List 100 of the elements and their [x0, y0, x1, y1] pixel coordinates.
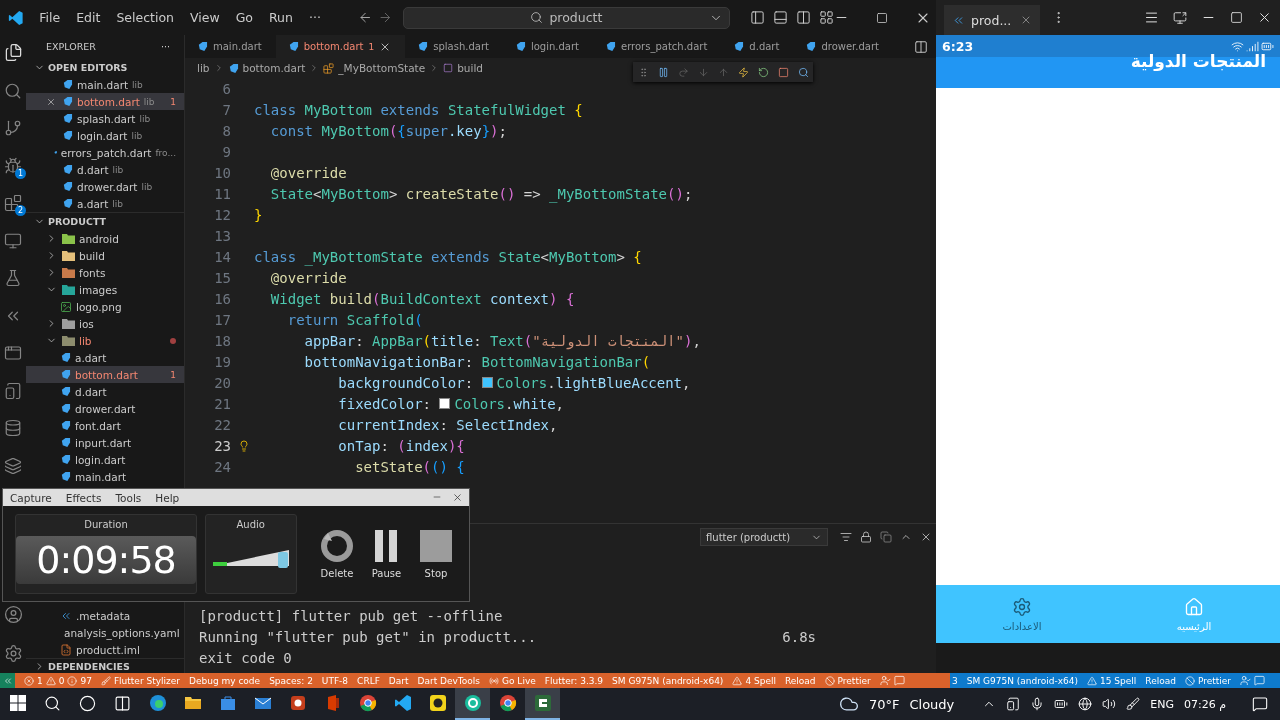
folder-row[interactable]: images	[26, 281, 184, 298]
temperature[interactable]: 70°F	[868, 696, 900, 712]
file-row[interactable]: main.dart	[26, 468, 184, 485]
menu-item[interactable]: Capture	[3, 491, 59, 504]
status-item[interactable]: Prettier	[1197, 675, 1232, 686]
menu-item[interactable]: Edit	[68, 10, 109, 25]
status-item[interactable]: Reload	[1145, 675, 1176, 686]
status-item[interactable]: Dart DevTools	[417, 675, 481, 686]
section-header[interactable]: PRODUCTT	[26, 212, 184, 230]
file-row[interactable]: logo.png	[26, 298, 184, 315]
code-line: @override	[269, 164, 347, 181]
pause-button[interactable]: Pause	[365, 528, 407, 579]
folder-row[interactable]: lib	[26, 332, 184, 349]
file-row[interactable]: inpurt.dart	[26, 434, 184, 451]
open-editor-row[interactable]: drower.dart lib	[26, 178, 184, 195]
status-item[interactable]: 4 Spell	[745, 675, 776, 686]
file-name: fonts	[79, 266, 106, 279]
code-line: class _MyBottomState extends State<MyBottom> {	[254, 248, 642, 265]
file-name: analysis_options.yaml	[64, 626, 180, 639]
search-field[interactable]: productt	[402, 6, 730, 29]
status-item[interactable]: 3	[952, 675, 958, 686]
terminal-select[interactable]: flutter (productt)	[700, 528, 828, 546]
status-item[interactable]: Dart	[388, 675, 409, 686]
status-item[interactable]: Reload	[784, 675, 816, 686]
language-indicator[interactable]: ENG	[1150, 697, 1174, 711]
terminal-line: exit code 0	[199, 650, 292, 668]
error-count: 1	[37, 675, 43, 686]
breadcrumb-item[interactable]: build	[457, 62, 484, 74]
terminal-time: 6.8s	[782, 629, 816, 647]
file-name: splash.dart	[77, 112, 136, 125]
file-row[interactable]: .metadata	[26, 607, 184, 624]
status-item[interactable]: Flutter: 3.3.9	[544, 675, 604, 686]
status-item[interactable]: Go Live	[502, 675, 536, 686]
status-item[interactable]: Flutter Stylizer	[113, 675, 180, 686]
folder-row[interactable]: android	[26, 230, 184, 247]
file-row[interactable]: analysis_options.yaml	[26, 624, 184, 641]
delete-button[interactable]: Delete	[315, 528, 358, 579]
folder-row[interactable]: build	[26, 247, 184, 264]
open-editor-row[interactable]: a.dart lib	[26, 195, 184, 212]
more-actions[interactable]: ···	[160, 41, 170, 52]
open-editor-row[interactable]: login.dart lib	[26, 127, 184, 144]
line-number: 10	[213, 164, 231, 181]
nav-item[interactable]: الاعدادات	[936, 585, 1108, 643]
line-number: 6	[221, 80, 231, 97]
problems-indicator[interactable]: 1 0 97	[24, 675, 92, 686]
editor-tab[interactable]: bottom.dart 1	[275, 35, 406, 58]
status-item[interactable]: UTF-8	[321, 675, 349, 686]
status-item[interactable]: CRLF	[357, 675, 380, 686]
notification-badge: 2	[15, 205, 26, 216]
file-path: lib	[131, 130, 143, 141]
file-name: d.dart	[77, 163, 109, 176]
problem-count: 1	[170, 96, 176, 107]
file-row[interactable]: drower.dart	[26, 400, 184, 417]
menu-item[interactable]: Help	[148, 491, 187, 504]
file-row[interactable]: bottom.dart 1	[26, 366, 184, 383]
info-count: 97	[80, 675, 92, 686]
status-item[interactable]: Spaces: 2	[269, 675, 313, 686]
stop-button[interactable]: Stop	[415, 528, 457, 579]
file-name: d.dart	[75, 385, 107, 398]
folder-row[interactable]: fonts	[26, 264, 184, 281]
timer-display: 0:09:58	[16, 535, 196, 584]
breadcrumb-item[interactable]: bottom.dart	[242, 62, 306, 74]
open-editor-row[interactable]: bottom.dart lib 1	[26, 93, 184, 110]
problem-count: 1	[368, 41, 375, 52]
emulator-tab[interactable]: prod...	[944, 5, 1040, 35]
menu-item[interactable]: Go	[227, 10, 261, 25]
status-item[interactable]: Debug my code	[189, 675, 261, 686]
open-editor-row[interactable]: d.dart lib	[26, 161, 184, 178]
file-name: login.dart	[75, 453, 126, 466]
file-name: productt.iml	[76, 643, 140, 656]
status-item[interactable]: SM G975N (android-x64)	[612, 675, 724, 686]
menu-item[interactable]: View	[182, 10, 228, 25]
status-item[interactable]: Prettier	[837, 675, 871, 686]
breadcrumb-item[interactable]: _MyBottomState	[338, 62, 426, 74]
open-editor-row[interactable]: splash.dart lib	[26, 110, 184, 127]
menu-item[interactable]: Selection	[108, 10, 182, 25]
breadcrumb-item[interactable]: lib	[197, 62, 210, 74]
file-row[interactable]: font.dart	[26, 417, 184, 434]
weather-text[interactable]: Cloudy	[909, 696, 955, 712]
line-number: 20	[213, 374, 231, 391]
file-name: inpurt.dart	[75, 436, 132, 449]
file-row[interactable]: productt.iml	[26, 641, 184, 658]
code-line: @override	[269, 269, 347, 286]
menu-item[interactable]: Run	[261, 10, 301, 25]
file-row[interactable]: d.dart	[26, 383, 184, 400]
menu-item[interactable]: ···	[300, 10, 329, 25]
menu-item[interactable]: Effects	[58, 491, 109, 504]
status-item[interactable]: 15 Spell	[1100, 675, 1137, 686]
status-item[interactable]: SM G975N (android-x64)	[966, 675, 1079, 686]
open-editor-row[interactable]: main.dart lib	[26, 76, 184, 93]
file-row[interactable]: login.dart	[26, 451, 184, 468]
file-row[interactable]: a.dart	[26, 349, 184, 366]
file-name: a.dart	[77, 197, 109, 210]
open-editor-row[interactable]: errors_patch.dart fro...	[26, 144, 184, 161]
file-name: login.dart	[77, 129, 128, 142]
clock[interactable]: 07:26 م	[1184, 697, 1226, 711]
menu-item[interactable]: Tools	[108, 491, 149, 504]
folder-row[interactable]: ios	[26, 315, 184, 332]
menu-item[interactable]: File	[31, 10, 69, 25]
section-header[interactable]: OPEN EDITORS	[26, 58, 184, 76]
